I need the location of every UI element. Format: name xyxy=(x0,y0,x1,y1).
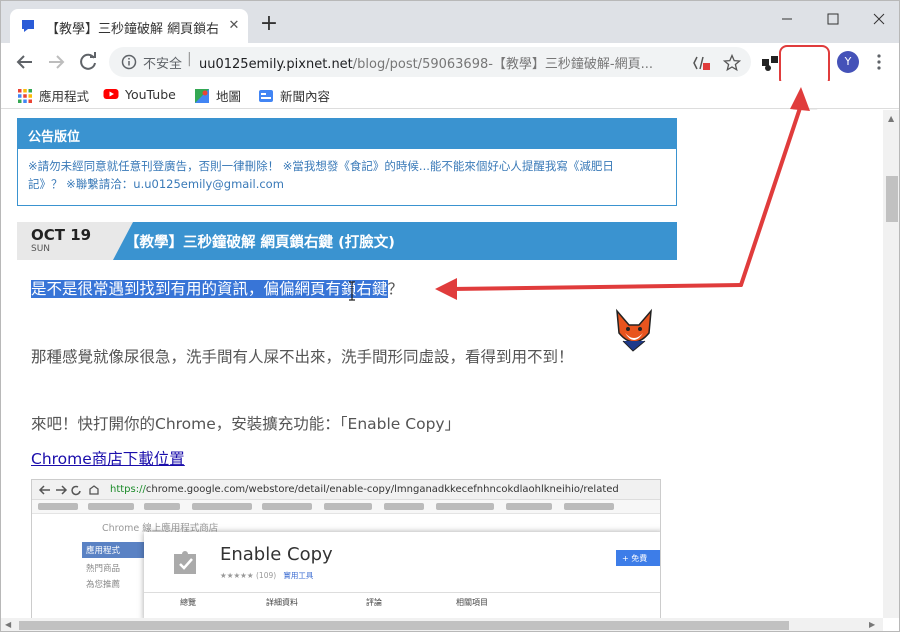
embedded-url-secure: https:// xyxy=(110,484,146,495)
info-icon[interactable] xyxy=(121,54,137,70)
vertical-scroll-thumb[interactable] xyxy=(886,176,898,222)
toolbar: 不安全 | uu0125emily.pixnet.net/blog/post/5… xyxy=(1,43,899,118)
new-tab-button[interactable]: + xyxy=(257,13,281,37)
bookmark-apps[interactable]: 應用程式 xyxy=(17,86,89,104)
back-arrow-icon[interactable] xyxy=(13,50,37,74)
vertical-scrollbar[interactable]: ▲ xyxy=(883,110,899,618)
tab-related[interactable]: 相關項目 xyxy=(456,597,488,608)
embedded-webstore-screenshot: https://chrome.google.com/webstore/detai… xyxy=(31,479,661,618)
extension-name: Enable Copy xyxy=(220,544,333,565)
bookmark-news[interactable]: 新聞內容 xyxy=(258,86,330,104)
close-window-icon[interactable] xyxy=(856,5,900,33)
announcement-title: 公告版位 xyxy=(18,119,676,149)
post-date-month-day: OCT 19 xyxy=(31,226,92,244)
embedded-url-rest: chrome.google.com/webstore/detail/enable… xyxy=(145,484,619,495)
menu-kebab-icon[interactable] xyxy=(869,52,889,72)
scroll-up-icon[interactable]: ▲ xyxy=(888,114,894,123)
paragraph-3: 來吧！快打開你的Chrome，安裝擴充功能：「Enable Copy」 xyxy=(31,415,461,433)
puzzle-check-icon xyxy=(174,551,196,574)
bookmark-youtube[interactable]: YouTube xyxy=(103,86,176,104)
tab-reviews[interactable]: 評論 xyxy=(366,597,382,608)
bookmark-label: 應用程式 xyxy=(39,89,90,104)
maximize-icon[interactable] xyxy=(810,5,856,33)
page-content: 公告版位 ※請勿未經同意就任意刊登廣告，否則一律刪除！ ※當我想發《食記》的時候… xyxy=(1,110,883,618)
pixnet-favicon-icon xyxy=(22,20,34,32)
extension-rating: ★★★★★ (109) xyxy=(220,571,277,580)
minimize-icon[interactable] xyxy=(764,5,810,33)
url-host: uu0125emily.pixnet.net xyxy=(199,57,353,72)
forward-arrow-icon[interactable] xyxy=(44,50,68,74)
tab-details[interactable]: 詳細資料 xyxy=(266,597,298,608)
post-date: OCT 19 SUN xyxy=(17,222,133,260)
announcement-line: 記》？ ※聯繫請洽：u.u0125emily@gmail.com xyxy=(28,177,284,191)
translate-icon[interactable] xyxy=(693,54,711,72)
bookmark-label: 新聞內容 xyxy=(280,89,331,104)
bookmark-label: 地圖 xyxy=(216,89,242,104)
extension-meta: ★★★★★ (109) 實用工具 xyxy=(220,570,313,581)
announcement-body: ※請勿未經同意就任意刊登廣告，否則一律刪除！ ※當我想發《食記》的時候...能不… xyxy=(18,149,676,201)
scroll-left-icon[interactable]: ◀ xyxy=(5,620,11,629)
horizontal-scroll-thumb[interactable] xyxy=(19,621,789,630)
bookmarks-bar: 應用程式 YouTube 地圖 新聞內容 xyxy=(1,81,899,109)
paragraph-2: 那種感覺就像尿很急，洗手間有人屎不出來，洗手間形同虛設，看得到用不到！ xyxy=(31,348,574,366)
fox-mascot-icon xyxy=(616,308,652,352)
embedded-url: https://chrome.google.com/webstore/detai… xyxy=(110,484,619,495)
post-date-weekday: SUN xyxy=(31,244,51,254)
browser-window: 【教學】三秒鐘破解 網頁鎖右鍵 ✕ + 不安全 | uu0125emily.pi… xyxy=(0,0,900,632)
address-bar[interactable]: 不安全 | uu0125emily.pixnet.net/blog/post/5… xyxy=(109,47,751,77)
apps-grid-icon xyxy=(18,89,32,103)
text-cursor-icon xyxy=(349,281,355,301)
maps-icon xyxy=(195,89,209,103)
embedded-toolbar: https://chrome.google.com/webstore/detai… xyxy=(32,480,660,500)
url-text[interactable]: uu0125emily.pixnet.net/blog/post/5906369… xyxy=(199,53,669,72)
news-icon xyxy=(259,90,273,102)
youtube-icon xyxy=(103,89,119,99)
announcement-line: ※請勿未經同意就任意刊登廣告，否則一律刪除！ ※當我想發《食記》的時候...能不… xyxy=(28,159,614,173)
bookmark-maps[interactable]: 地圖 xyxy=(194,86,241,104)
scroll-right-icon[interactable]: ▶ xyxy=(869,620,875,629)
embedded-nav-icons xyxy=(38,485,99,496)
post-header: OCT 19 SUN 【教學】三秒鐘破解 網頁鎖右鍵 (打臉文) xyxy=(17,222,677,260)
add-extension-button[interactable]: + 免費 xyxy=(616,550,660,566)
selected-text[interactable]: 是不是很常遇到找到有用的資訊，偏偏網頁有鎖右鍵 xyxy=(31,280,388,298)
tab-close-icon[interactable]: ✕ xyxy=(224,16,244,36)
star-bookmark-icon[interactable] xyxy=(723,54,741,72)
url-path: /blog/post/59063698-【教學】三秒鐘破解-網頁... xyxy=(352,57,654,72)
extension-detail-card: Enable Copy ★★★★★ (109) 實用工具 + 免費 總覽 詳細資… xyxy=(144,532,660,618)
extension-category[interactable]: 實用工具 xyxy=(283,571,313,580)
tab-strip: 【教學】三秒鐘破解 網頁鎖右鍵 ✕ + xyxy=(1,1,900,43)
paragraph-rest: ？ xyxy=(387,280,404,298)
bookmark-label: YouTube xyxy=(125,87,176,102)
horizontal-scrollbar[interactable]: ◀ ▶ xyxy=(1,618,883,631)
chrome-store-link[interactable]: Chrome商店下載位置 xyxy=(31,447,185,469)
post-title[interactable]: 【教學】三秒鐘破解 網頁鎖右鍵 (打臉文) xyxy=(125,231,395,252)
browser-tab[interactable]: 【教學】三秒鐘破解 網頁鎖右鍵 ✕ xyxy=(10,9,248,43)
tab-title: 【教學】三秒鐘破解 網頁鎖右鍵 xyxy=(46,22,218,37)
embedded-bookmarks xyxy=(32,500,660,514)
detail-tabs: 總覽 詳細資料 評論 相關項目 xyxy=(144,592,660,612)
announcement-panel: 公告版位 ※請勿未經同意就任意刊登廣告，否則一律刪除！ ※當我想發《食記》的時候… xyxy=(17,118,677,206)
profile-avatar[interactable]: Y xyxy=(837,51,859,73)
security-label: 不安全 xyxy=(143,57,183,72)
address-separator: | xyxy=(187,51,192,67)
tab-overview[interactable]: 總覽 xyxy=(180,597,196,608)
reload-icon[interactable] xyxy=(76,50,100,74)
